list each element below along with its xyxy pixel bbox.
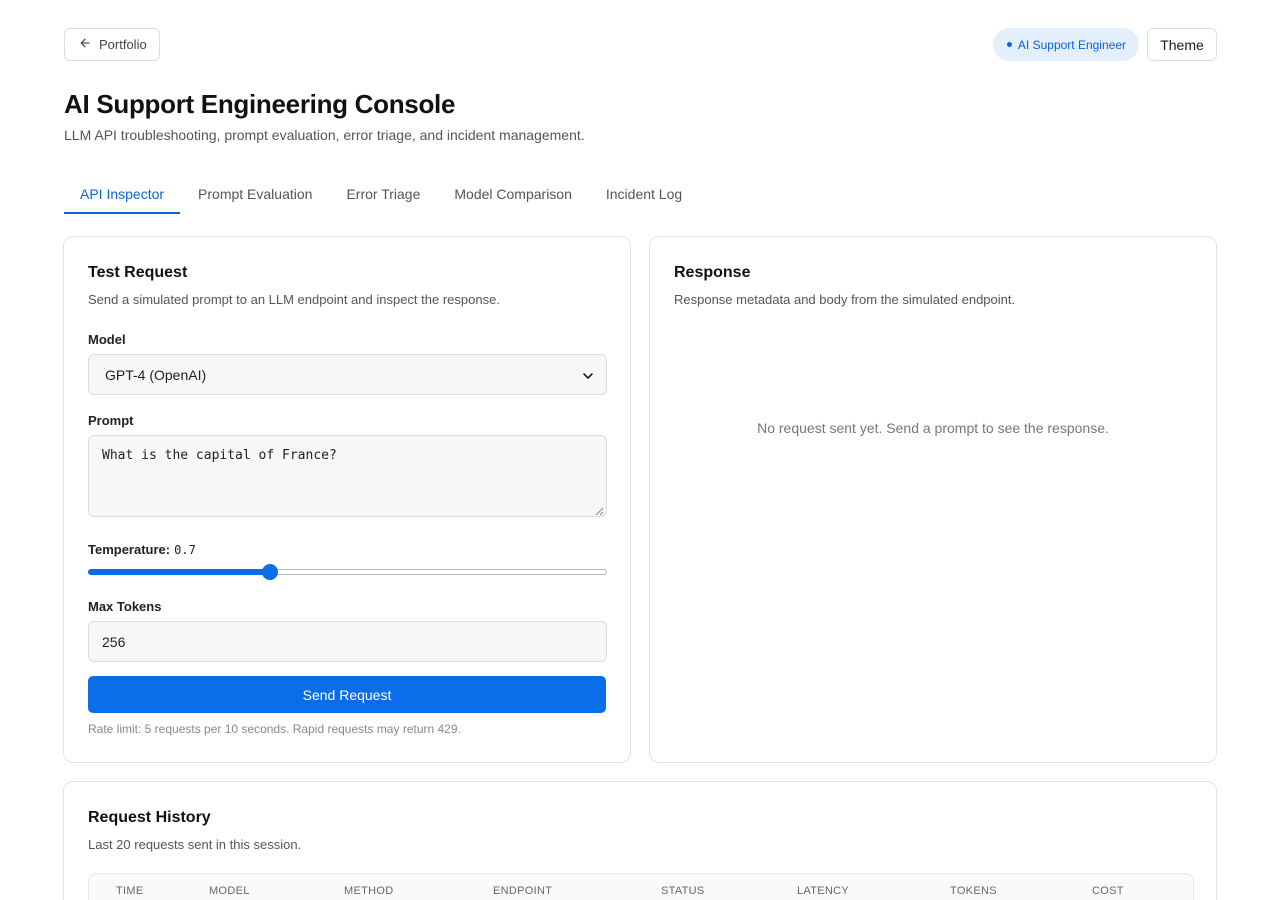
slider-fill <box>88 569 270 575</box>
temperature-value: 0.7 <box>174 543 196 557</box>
tab-prompt-evaluation[interactable]: Prompt Evaluation <box>182 176 328 214</box>
tab-bar: API Inspector Prompt Evaluation Error Tr… <box>64 176 700 214</box>
arrow-left-icon <box>79 37 91 52</box>
model-select-value: GPT-4 (OpenAI) <box>105 366 207 383</box>
model-label: Model <box>88 332 126 347</box>
history-table: TIME MODEL METHOD ENDPOINT STATUS LATENC… <box>88 873 1194 900</box>
test-request-card: Test Request Send a simulated prompt to … <box>63 236 631 763</box>
tab-error-triage[interactable]: Error Triage <box>330 176 436 214</box>
column-header-cost[interactable]: COST <box>1092 885 1124 897</box>
test-request-title: Test Request <box>88 264 188 281</box>
column-header-model[interactable]: MODEL <box>209 885 250 897</box>
column-header-latency[interactable]: LATENCY <box>797 885 849 897</box>
role-badge: AI Support Engineer <box>992 28 1139 61</box>
back-to-portfolio-button[interactable]: Portfolio <box>64 28 160 61</box>
page-title: AI Support Engineering Console <box>64 89 456 119</box>
page-subtitle: LLM API troubleshooting, prompt evaluati… <box>64 127 585 143</box>
prompt-textarea[interactable]: What is the capital of France? <box>88 435 607 517</box>
temperature-slider[interactable] <box>88 564 607 580</box>
tab-incident-log[interactable]: Incident Log <box>590 176 698 214</box>
slider-thumb[interactable] <box>262 564 278 580</box>
tab-api-inspector[interactable]: API Inspector <box>64 176 181 214</box>
status-dot-icon <box>1006 42 1012 47</box>
response-card: Response Response metadata and body from… <box>649 236 1217 763</box>
role-badge-label: AI Support Engineer <box>1017 37 1126 52</box>
test-request-description: Send a simulated prompt to an LLM endpoi… <box>88 292 500 307</box>
prompt-label: Prompt <box>88 413 134 428</box>
response-empty-state: No request sent yet. Send a prompt to se… <box>757 420 1109 436</box>
column-header-time[interactable]: TIME <box>116 885 143 897</box>
max-tokens-value: 256 <box>102 633 126 650</box>
prompt-text: What is the capital of France? <box>102 448 337 463</box>
column-header-endpoint[interactable]: ENDPOINT <box>493 885 552 897</box>
max-tokens-label: Max Tokens <box>88 599 162 614</box>
column-header-tokens[interactable]: TOKENS <box>950 885 997 897</box>
request-history-description: Last 20 requests sent in this session. <box>88 837 302 852</box>
temperature-label-row: Temperature: 0.7 <box>88 542 196 557</box>
tab-model-comparison[interactable]: Model Comparison <box>438 176 588 214</box>
rate-limit-note: Rate limit: 5 requests per 10 seconds. R… <box>88 722 461 736</box>
response-description: Response metadata and body from the simu… <box>674 292 1016 307</box>
request-history-card: Request History Last 20 requests sent in… <box>63 781 1217 900</box>
request-history-title: Request History <box>88 809 211 826</box>
send-request-button[interactable]: Send Request <box>88 676 606 713</box>
resize-grip-icon[interactable] <box>595 505 604 516</box>
response-title: Response <box>674 264 751 281</box>
temperature-label: Temperature: <box>88 542 171 557</box>
theme-toggle-button[interactable]: Theme <box>1147 28 1217 61</box>
back-button-label: Portfolio <box>99 37 147 52</box>
column-header-method[interactable]: METHOD <box>344 885 393 897</box>
column-header-status[interactable]: STATUS <box>661 885 705 897</box>
model-select[interactable]: GPT-4 (OpenAI) <box>88 354 607 395</box>
max-tokens-input[interactable]: 256 <box>88 621 607 662</box>
top-bar: Portfolio AI Support Engineer Theme <box>64 28 1217 61</box>
chevron-down-icon <box>582 369 594 381</box>
